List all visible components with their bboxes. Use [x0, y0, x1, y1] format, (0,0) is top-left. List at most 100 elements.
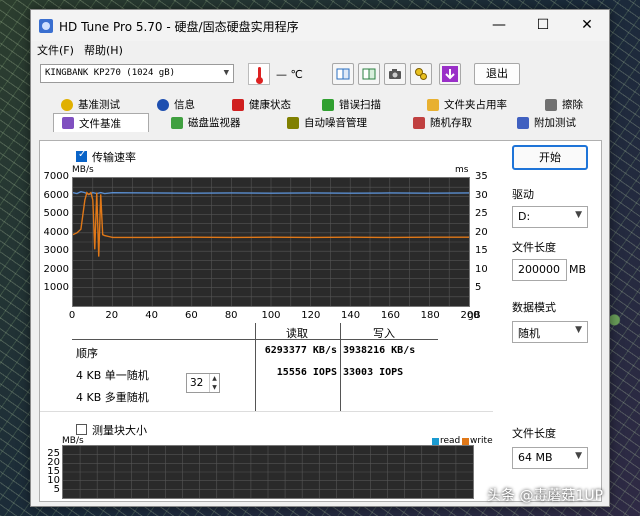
row-4k-multi-label: 4 KB 多重随机 — [76, 391, 149, 404]
copy-text-icon — [336, 68, 350, 80]
legend-read-swatch — [432, 438, 439, 445]
x-tick-label: 0 — [68, 310, 76, 321]
chevron-down-icon: ▼ — [223, 68, 229, 78]
maximize-button[interactable]: ☐ — [521, 10, 565, 41]
y-tick-label: 1000 — [43, 282, 69, 294]
tab-label: 文件夹占用率 — [444, 99, 507, 111]
tab-error-scan[interactable]: 错误扫描 — [314, 96, 381, 113]
transfer-rate-label: 传输速率 — [92, 151, 136, 164]
toolbar: KINGBANK KP270 (1024 gB) ▼ — ℃ 退出 — [31, 60, 609, 88]
exit-button[interactable]: 退出 — [474, 63, 520, 85]
drive-select-value: KINGBANK KP270 (1024 gB) — [45, 68, 176, 78]
block-length-label: 文件长度 — [512, 427, 556, 440]
file-length-unit: MB — [569, 263, 587, 276]
benchmark-icon — [61, 98, 73, 111]
tab-label: 基准测试 — [78, 99, 120, 111]
tab-health[interactable]: 健康状态 — [224, 96, 291, 113]
x-tick-label: 120 — [301, 310, 321, 321]
folder-icon — [427, 98, 439, 111]
tabs-row-2: 文件基准 磁盘监视器 自动噪音管理 随机存取 附加测试 — [39, 113, 599, 132]
screenshot-button[interactable] — [384, 63, 406, 85]
tab-label: 附加测试 — [534, 117, 576, 129]
copy-info-icon — [362, 68, 376, 80]
y2-tick-label: 15 — [475, 245, 488, 257]
data-mode-label: 数据模式 — [512, 301, 556, 314]
copy-text-button[interactable] — [332, 63, 354, 85]
drive-dropdown-value: D: — [518, 210, 531, 223]
block-size-chart — [62, 445, 474, 499]
sequential-write-value: 3938216 KB/s — [343, 345, 416, 356]
chevron-down-icon: ▼ — [575, 451, 582, 461]
tab-label: 自动噪音管理 — [304, 117, 367, 129]
x-tick-label: 160 — [380, 310, 400, 321]
file-length-input[interactable]: 200000 — [512, 259, 567, 281]
file-length-value: 200000 — [518, 263, 560, 276]
app-icon — [39, 19, 53, 33]
menu-help[interactable]: 帮助(H) — [84, 42, 123, 58]
x-tick-label: 20 — [105, 310, 119, 321]
tab-folder-usage[interactable]: 文件夹占用率 — [419, 96, 507, 113]
4k-single-write-value: 33003 IOPS — [343, 367, 404, 378]
tab-label: 擦除 — [562, 99, 583, 111]
block-size-checkbox[interactable] — [76, 424, 87, 435]
extra-tests-icon — [517, 116, 529, 129]
tabs-row-1: 基准测试 信息 健康状态 错误扫描 文件夹占用率 擦除 — [39, 96, 599, 113]
y2-tick-label: 20 — [475, 226, 488, 238]
stepper-down-icon[interactable]: ▼ — [209, 383, 219, 392]
transfer-rate-chart — [72, 177, 470, 307]
y2-tick-label: 35 — [475, 171, 488, 182]
title-bar[interactable]: HD Tune Pro 5.70 - 硬盘/固态硬盘实用程序 — ☐ ✕ — [31, 10, 609, 41]
tab-label: 磁盘监视器 — [188, 117, 241, 129]
tab-label: 文件基准 — [79, 117, 121, 130]
options-button[interactable] — [410, 63, 432, 85]
data-mode-dropdown[interactable]: 随机 ▼ — [512, 321, 588, 343]
y2-tick-label: 25 — [475, 208, 488, 220]
tab-erase[interactable]: 擦除 — [537, 96, 583, 113]
close-button[interactable]: ✕ — [565, 10, 609, 41]
tab-benchmark[interactable]: 基准测试 — [53, 96, 120, 113]
block-length-dropdown[interactable]: 64 MB ▼ — [512, 447, 588, 469]
copy-info-button[interactable] — [358, 63, 380, 85]
y-tick-label: 2000 — [43, 263, 69, 275]
start-button[interactable]: 开始 — [512, 145, 588, 170]
download-icon — [442, 66, 458, 82]
minimize-button[interactable]: — — [477, 10, 521, 41]
4k-single-read-value: 15556 IOPS — [276, 367, 337, 378]
tab-label: 信息 — [174, 99, 195, 111]
tab-label: 健康状态 — [249, 99, 291, 111]
x-tick-label: 60 — [185, 310, 198, 321]
speaker-icon — [287, 116, 299, 129]
options-icon — [415, 68, 427, 80]
tab-aam[interactable]: 自动噪音管理 — [279, 114, 367, 131]
health-icon — [232, 98, 244, 111]
queue-depth-stepper[interactable]: 32 ▲ ▼ — [186, 373, 220, 393]
col-read-header: 读取 — [286, 327, 308, 340]
menu-file[interactable]: 文件(F) — [37, 42, 74, 58]
legend-write-swatch — [462, 438, 469, 445]
tab-extra-tests[interactable]: 附加测试 — [509, 114, 576, 131]
tab-random-access[interactable]: 随机存取 — [405, 114, 472, 131]
chevron-down-icon: ▼ — [575, 210, 582, 220]
queue-depth-value: 32 — [190, 377, 204, 389]
tab-label: 随机存取 — [430, 117, 472, 129]
drive-select[interactable]: KINGBANK KP270 (1024 gB) ▼ — [40, 64, 234, 83]
row-sequential-label: 顺序 — [76, 347, 98, 360]
y-tick-label: 4000 — [43, 226, 69, 238]
sequential-read-value: 6293377 KB/s — [264, 345, 337, 356]
y2-tick-label: 10 — [475, 263, 488, 275]
tab-info[interactable]: 信息 — [149, 96, 195, 113]
x-tick-label: 100 — [261, 310, 281, 321]
tab-file-benchmark[interactable]: 文件基准 — [53, 113, 149, 132]
y-tick-label: 7000 — [43, 171, 69, 182]
chevron-down-icon: ▼ — [575, 325, 582, 335]
download-button[interactable] — [439, 63, 461, 85]
monitor-icon — [171, 116, 183, 129]
x-tick-label: 80 — [224, 310, 238, 321]
y2-unit-label: ms — [455, 165, 469, 175]
tab-disk-monitor[interactable]: 磁盘监视器 — [163, 114, 241, 131]
drive-dropdown[interactable]: D: ▼ — [512, 206, 588, 228]
row-4k-single-label: 4 KB 单一随机 — [76, 369, 149, 382]
transfer-rate-checkbox[interactable] — [76, 149, 87, 162]
file-length-label: 文件长度 — [512, 241, 556, 254]
stepper-up-icon[interactable]: ▲ — [209, 374, 219, 383]
